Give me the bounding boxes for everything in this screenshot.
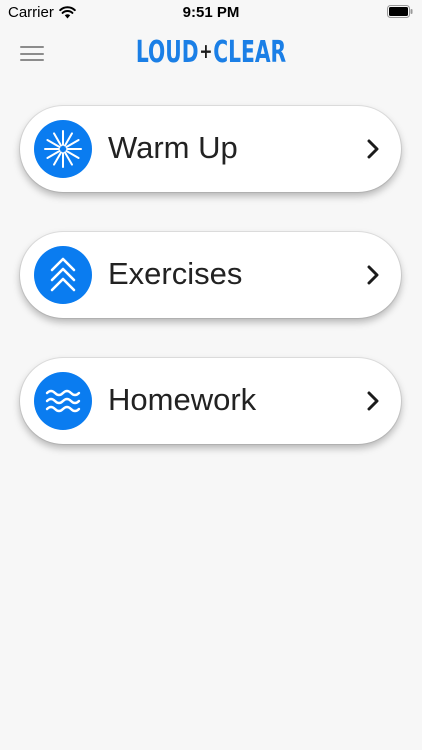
warm-up-button[interactable]: Warm Up bbox=[20, 106, 401, 192]
logo-word-loud: LOUD bbox=[135, 35, 199, 71]
status-time: 9:51 PM bbox=[182, 4, 240, 21]
chevron-right-icon bbox=[367, 391, 379, 411]
app-logo: LOUD+CLEAR bbox=[46, 35, 375, 71]
nav-bar: LOUD+CLEAR bbox=[0, 30, 422, 80]
status-bar: Carrier 9:51 PM bbox=[0, 0, 422, 24]
waves-icon bbox=[34, 372, 92, 430]
hamburger-menu-icon[interactable] bbox=[20, 46, 44, 64]
exercises-label: Exercises bbox=[108, 256, 243, 291]
logo-word-clear: CLEAR bbox=[213, 35, 287, 71]
sunburst-icon bbox=[34, 120, 92, 178]
chevron-right-icon bbox=[367, 139, 379, 159]
homework-label: Homework bbox=[108, 382, 257, 417]
homework-button[interactable]: Homework bbox=[20, 358, 401, 444]
battery-icon bbox=[387, 5, 413, 22]
exercises-button[interactable]: Exercises bbox=[20, 232, 401, 318]
logo-plus: + bbox=[199, 39, 213, 63]
warm-up-label: Warm Up bbox=[108, 130, 238, 165]
chevron-right-icon bbox=[367, 265, 379, 285]
chevrons-up-icon bbox=[34, 246, 92, 304]
